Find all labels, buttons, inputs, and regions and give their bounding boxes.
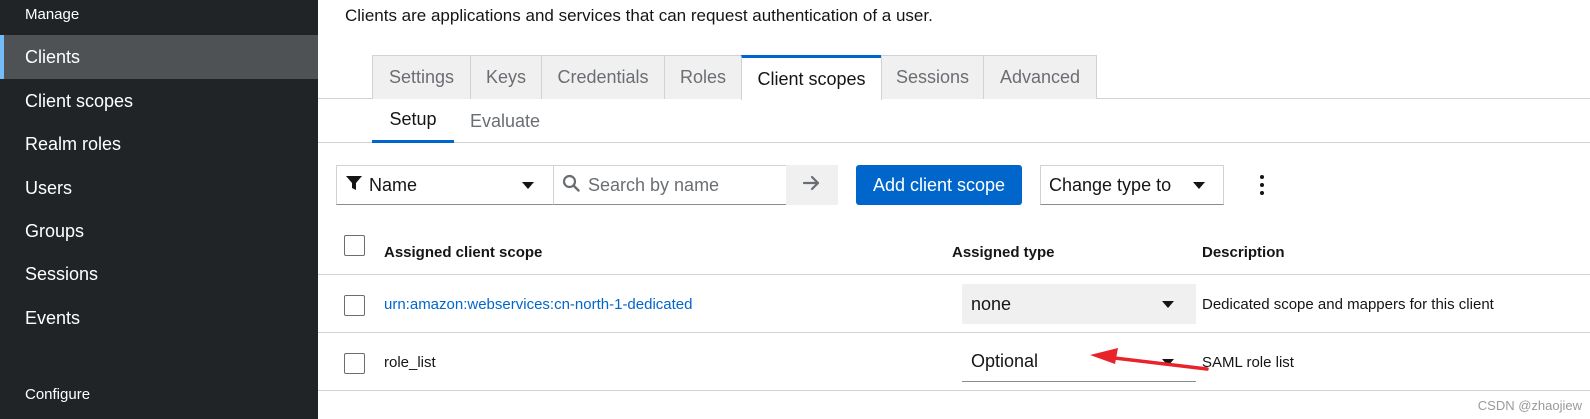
tab-credentials[interactable]: Credentials bbox=[541, 55, 665, 99]
subtab-evaluate[interactable]: Evaluate bbox=[460, 99, 550, 143]
filter-attribute-dropdown[interactable]: Name bbox=[336, 165, 554, 205]
scope-description: SAML role list bbox=[1202, 354, 1294, 371]
sidebar-item-groups[interactable]: Groups bbox=[0, 209, 318, 253]
header-assigned-type: Assigned type bbox=[952, 244, 1055, 261]
tab-client-scopes[interactable]: Client scopes bbox=[741, 55, 882, 100]
sidebar-item-clients[interactable]: Clients bbox=[0, 35, 318, 79]
sidebar-section-manage: Manage bbox=[25, 6, 80, 23]
assigned-type-select[interactable]: none bbox=[962, 284, 1196, 324]
header-assigned-client-scope: Assigned client scope bbox=[384, 244, 543, 261]
client-tabs: Settings Keys Credentials Roles Client s… bbox=[318, 55, 1590, 100]
assigned-type-select[interactable]: Optional bbox=[962, 342, 1196, 382]
caret-down-icon bbox=[1162, 301, 1174, 308]
search-submit-button[interactable] bbox=[786, 165, 838, 205]
scope-description: Dedicated scope and mappers for this cli… bbox=[1202, 296, 1494, 313]
sidebar-item-realm-roles[interactable]: Realm roles bbox=[0, 122, 318, 166]
watermark: CSDN @zhaojiew bbox=[1477, 398, 1582, 413]
sidebar-item-events[interactable]: Events bbox=[0, 296, 318, 340]
client-scope-link[interactable]: urn:amazon:webservices:cn-north-1-dedica… bbox=[384, 296, 693, 313]
table-row: urn:amazon:webservices:cn-north-1-dedica… bbox=[318, 275, 1590, 333]
search-input[interactable] bbox=[588, 174, 778, 196]
row-checkbox[interactable] bbox=[344, 353, 365, 374]
search-icon bbox=[562, 174, 580, 197]
filter-icon bbox=[345, 174, 363, 197]
caret-down-icon bbox=[522, 182, 534, 189]
client-scope-name: role_list bbox=[384, 354, 436, 371]
table-row: role_list Optional SAML role list bbox=[318, 333, 1590, 391]
tab-sessions[interactable]: Sessions bbox=[881, 55, 984, 99]
main-content: Clients are applications and services th… bbox=[318, 0, 1590, 419]
tab-roles[interactable]: Roles bbox=[664, 55, 742, 99]
tab-keys[interactable]: Keys bbox=[470, 55, 542, 99]
search-box bbox=[554, 165, 786, 205]
header-description: Description bbox=[1202, 244, 1285, 261]
sidebar-item-sessions[interactable]: Sessions bbox=[0, 252, 318, 296]
assigned-type-value: none bbox=[971, 293, 1012, 314]
caret-down-icon bbox=[1193, 182, 1205, 189]
sidebar-section-configure: Configure bbox=[25, 386, 91, 403]
add-client-scope-button[interactable]: Add client scope bbox=[856, 165, 1022, 205]
change-type-dropdown[interactable]: Change type to bbox=[1040, 165, 1224, 205]
app-root: Manage Clients Client scopes Realm roles… bbox=[0, 0, 1590, 419]
subtab-setup[interactable]: Setup bbox=[372, 99, 454, 143]
page-description: Clients are applications and services th… bbox=[345, 6, 933, 25]
table-header-row: Assigned client scope Assigned type Desc… bbox=[318, 227, 1590, 275]
select-all-checkbox[interactable] bbox=[344, 235, 365, 256]
arrow-right-icon bbox=[802, 174, 822, 197]
row-checkbox[interactable] bbox=[344, 295, 365, 316]
sidebar-item-users[interactable]: Users bbox=[0, 166, 318, 210]
sidebar-item-client-scopes[interactable]: Client scopes bbox=[0, 79, 318, 123]
kebab-menu-icon[interactable] bbox=[1252, 170, 1272, 200]
caret-down-icon bbox=[1162, 359, 1174, 366]
client-scopes-subtabs: Setup Evaluate bbox=[318, 99, 1590, 143]
tab-settings[interactable]: Settings bbox=[372, 55, 471, 99]
change-type-label: Change type to bbox=[1049, 174, 1172, 195]
sidebar: Manage Clients Client scopes Realm roles… bbox=[0, 0, 318, 419]
tab-advanced[interactable]: Advanced bbox=[983, 55, 1097, 99]
filter-attribute-label: Name bbox=[369, 174, 418, 195]
assigned-type-value: Optional bbox=[971, 351, 1039, 371]
